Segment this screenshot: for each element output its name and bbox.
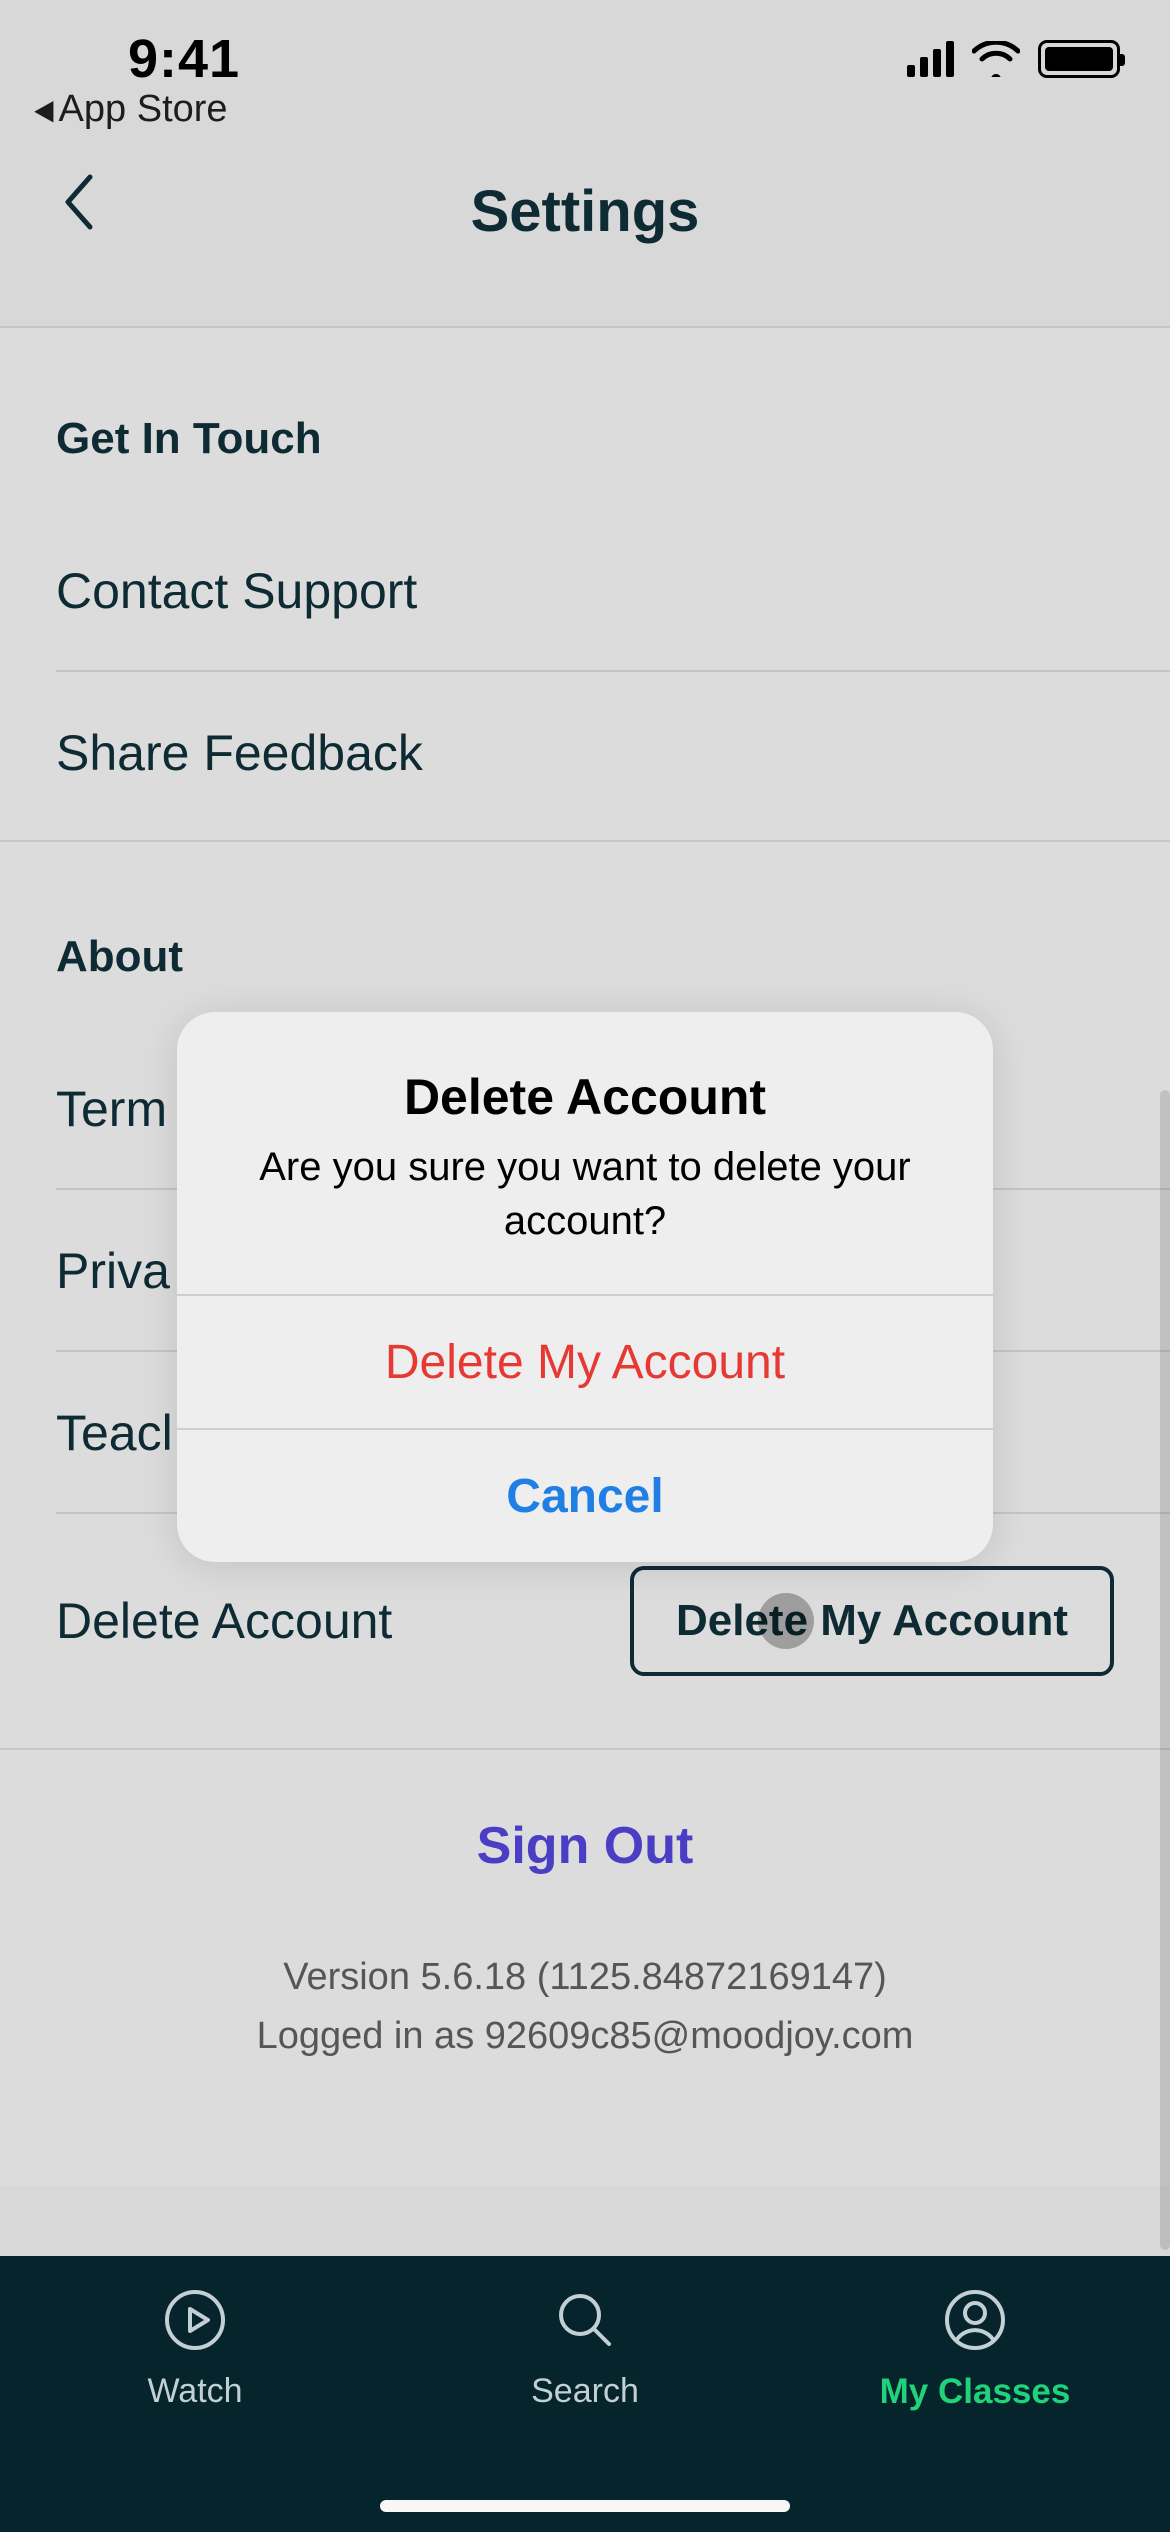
alert-body: Delete Account Are you sure you want to … <box>177 1012 993 1294</box>
alert-cancel-button[interactable]: Cancel <box>177 1430 993 1562</box>
alert-cancel-label: Cancel <box>506 1469 663 1524</box>
alert-delete-label: Delete My Account <box>385 1335 785 1390</box>
modal-overlay[interactable]: Delete Account Are you sure you want to … <box>0 0 1170 2532</box>
alert-message: Are you sure you want to delete your acc… <box>217 1140 953 1248</box>
alert-title: Delete Account <box>217 1068 953 1126</box>
alert-dialog: Delete Account Are you sure you want to … <box>177 1012 993 1562</box>
alert-delete-button[interactable]: Delete My Account <box>177 1296 993 1428</box>
